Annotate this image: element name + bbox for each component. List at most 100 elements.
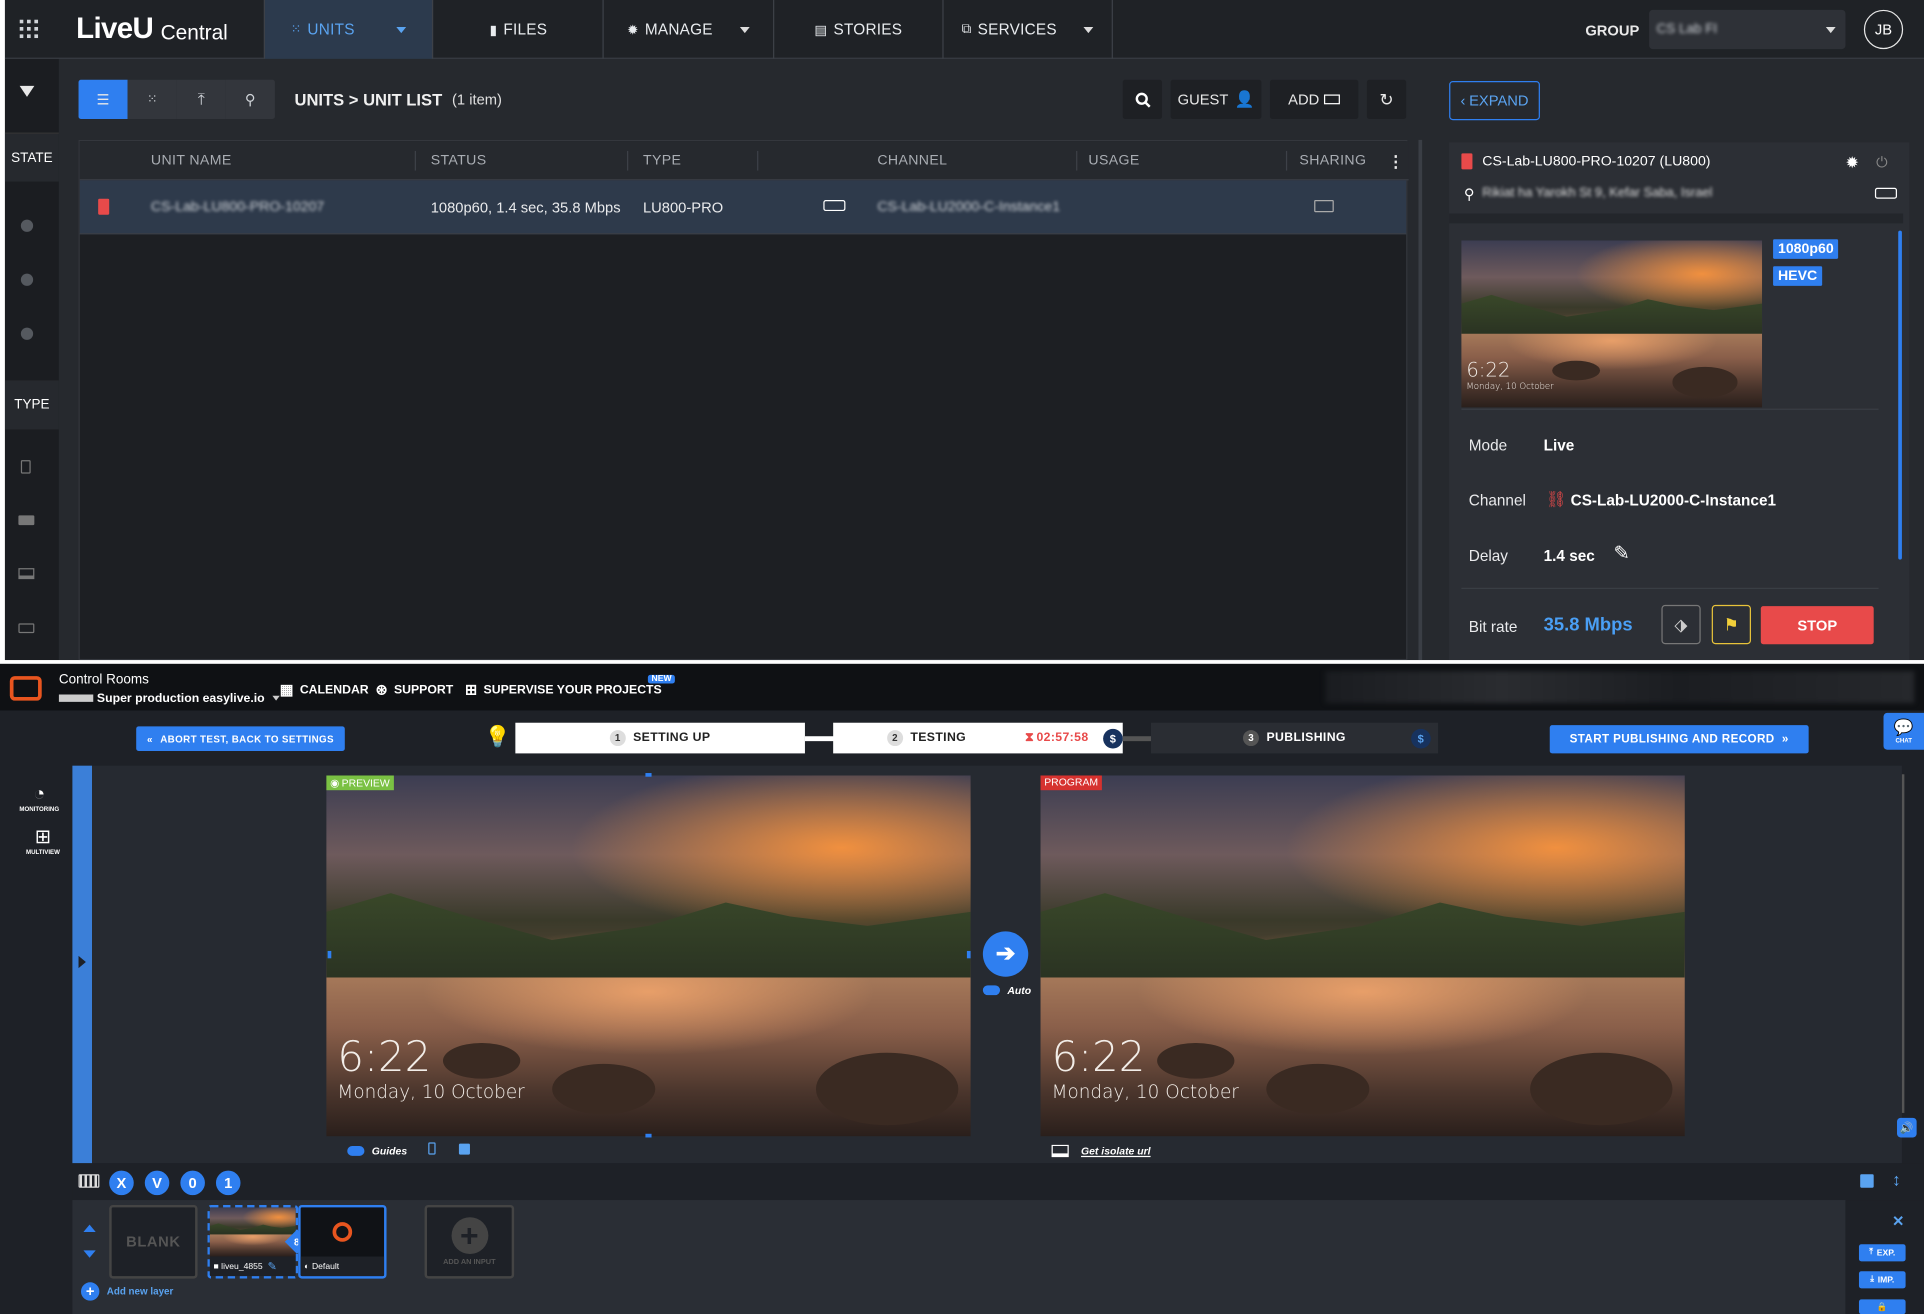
settings-gear-icon[interactable]: ✹: [1845, 153, 1858, 173]
tab-services[interactable]: ⧉ SERVICES: [944, 0, 1113, 59]
calendar-link[interactable]: ▦ CALENDAR: [280, 681, 369, 698]
tab-files[interactable]: ▮ FILES: [434, 0, 604, 59]
preview-rock: [442, 1042, 520, 1079]
camera-type-icon[interactable]: [18, 515, 35, 526]
production-select[interactable]: Super production easylive.io: [58, 691, 280, 706]
unit-preview-thumbnail[interactable]: 6:22 Monday, 10 October: [1461, 240, 1763, 408]
col-unit-name[interactable]: UNIT NAME: [151, 141, 232, 180]
resize-handle[interactable]: [645, 773, 652, 777]
apps-grid-icon[interactable]: [19, 19, 40, 40]
power-icon[interactable]: ⏻: [1876, 153, 1888, 171]
transition-button[interactable]: ➔: [982, 931, 1029, 977]
add-layer-button[interactable]: + Add new layer: [80, 1281, 173, 1301]
close-icon[interactable]: ✕: [1892, 1212, 1904, 1229]
audio-button[interactable]: 🔊: [1897, 1117, 1917, 1138]
expand-label: EXPAND: [1469, 92, 1529, 110]
guest-button[interactable]: GUEST 👤: [1170, 79, 1262, 120]
tips-lightbulb-icon[interactable]: 💡: [485, 725, 511, 750]
state-filter-dot[interactable]: [20, 327, 34, 340]
layer-down-icon[interactable]: [83, 1250, 96, 1258]
resize-handle[interactable]: [645, 1133, 652, 1138]
state-filter-dot[interactable]: [20, 273, 34, 286]
layers-panel-toggle[interactable]: [72, 765, 93, 1164]
share-icon[interactable]: [1314, 200, 1334, 213]
filter-icon[interactable]: [19, 85, 35, 97]
unit-type-icon[interactable]: [20, 460, 31, 474]
right-scrollbar[interactable]: [1901, 774, 1905, 1113]
tag-button[interactable]: ⬗: [1661, 604, 1701, 645]
column-menu-icon[interactable]: ⋮: [1388, 152, 1404, 172]
search-button[interactable]: [1122, 79, 1163, 120]
preview-monitor[interactable]: 6:22 Monday, 10 October: [326, 775, 971, 1137]
add-input-button[interactable]: + ADD AN INPUT: [424, 1204, 515, 1279]
isolate-url-link[interactable]: Get isolate url: [1051, 1142, 1151, 1159]
camera-icon: ■: [213, 1262, 219, 1271]
grid-view-button[interactable]: ⁙: [127, 79, 177, 120]
col-channel[interactable]: CHANNEL: [877, 141, 947, 180]
group-select[interactable]: CS Lab FI: [1649, 9, 1846, 50]
tab-manage[interactable]: ✹ MANAGE: [604, 0, 775, 59]
start-publishing-button[interactable]: START PUBLISHING AND RECORD »: [1549, 725, 1809, 754]
abort-label: ABORT TEST, BACK TO SETTINGS: [160, 733, 334, 745]
monitoring-button[interactable]: ◔ MONITORING: [12, 784, 66, 813]
tab-units[interactable]: ⁙ UNITS: [263, 0, 434, 59]
map-view-button[interactable]: ⚲: [225, 79, 275, 120]
duplicate-icon[interactable]: [1860, 1174, 1874, 1188]
expand-button[interactable]: ‹ EXPAND: [1449, 80, 1540, 121]
plus-circle-icon: +: [80, 1281, 100, 1301]
mobile-view-icon[interactable]: [428, 1142, 436, 1155]
auto-toggle[interactable]: Auto: [982, 983, 1031, 998]
copy-icon[interactable]: [458, 1143, 470, 1155]
import-button[interactable]: ⤓ IMP.: [1858, 1271, 1906, 1289]
resize-handle[interactable]: [327, 950, 332, 959]
card-scrollbar[interactable]: [1898, 230, 1902, 560]
preview-rock: [551, 1064, 655, 1115]
step-publishing: 3 PUBLISHING $: [1150, 722, 1439, 754]
lock-button[interactable]: 🔒: [1858, 1299, 1906, 1314]
keyboard-icon[interactable]: [78, 1174, 100, 1188]
channel-value[interactable]: CS-Lab-LU2000-C-Instance1: [1571, 492, 1776, 509]
vertical-resize-icon[interactable]: ↕: [1892, 1169, 1901, 1189]
input-default[interactable]: ◐ Default: [298, 1204, 387, 1279]
supervise-link[interactable]: ⊞ SUPERVISE YOUR PROJECTS: [465, 681, 662, 698]
support-link[interactable]: ⊛ SUPPORT: [375, 681, 453, 698]
program-monitor[interactable]: 6:22 Monday, 10 October: [1040, 775, 1685, 1137]
export-button[interactable]: ⤒ EXP.: [1858, 1244, 1906, 1262]
input-default-footer: ◐ Default: [300, 1256, 385, 1277]
add-button[interactable]: ADD: [1269, 79, 1359, 120]
chat-button[interactable]: 💬 CHAT: [1883, 712, 1924, 750]
resize-handle[interactable]: [966, 950, 971, 959]
tab-stories[interactable]: ▤ STORIES: [774, 0, 944, 59]
multiview-button[interactable]: ⊞ MULTIVIEW: [16, 825, 70, 856]
user-avatar[interactable]: JB: [1863, 9, 1904, 50]
stories-icon: ▤: [814, 22, 828, 38]
flag-button[interactable]: ⚑: [1711, 604, 1751, 645]
col-sharing[interactable]: SHARING: [1299, 141, 1366, 180]
abort-test-button[interactable]: « ABORT TEST, BACK TO SETTINGS: [136, 726, 345, 751]
refresh-button[interactable]: ↻: [1366, 79, 1407, 120]
guides-toggle[interactable]: Guides: [347, 1142, 407, 1159]
device-type-icon[interactable]: [18, 623, 35, 634]
layer-button-1[interactable]: 1: [215, 1170, 241, 1196]
table-row[interactable]: CS-Lab-LU800-PRO-10207 1080p60, 1.4 sec,…: [79, 180, 1407, 235]
preview-badge: ◉ PREVIEW: [326, 775, 394, 791]
list-view-button[interactable]: ☰: [78, 79, 128, 120]
layer-button-x[interactable]: X: [109, 1170, 134, 1196]
col-usage[interactable]: USAGE: [1088, 141, 1139, 180]
state-filter-dot[interactable]: [20, 219, 34, 232]
add-unit-icon: [1324, 94, 1341, 105]
col-status[interactable]: STATUS: [431, 141, 487, 180]
layer-button-0[interactable]: 0: [180, 1170, 205, 1196]
laptop-type-icon[interactable]: [18, 568, 35, 580]
main-scrollbar[interactable]: [1418, 139, 1423, 661]
upload-view-button[interactable]: ⤒: [176, 79, 226, 120]
thumb-rock: [1671, 367, 1738, 398]
stop-button[interactable]: STOP: [1760, 606, 1874, 645]
col-type[interactable]: TYPE: [643, 141, 681, 180]
layer-button-v[interactable]: V: [144, 1170, 170, 1196]
row-channel: CS-Lab-LU2000-C-Instance1: [877, 180, 1060, 234]
blank-input[interactable]: BLANK: [109, 1204, 198, 1279]
edit-pencil-icon[interactable]: ✎: [1614, 541, 1630, 566]
layer-button-label: X: [116, 1174, 127, 1192]
layer-up-icon[interactable]: [83, 1224, 96, 1232]
